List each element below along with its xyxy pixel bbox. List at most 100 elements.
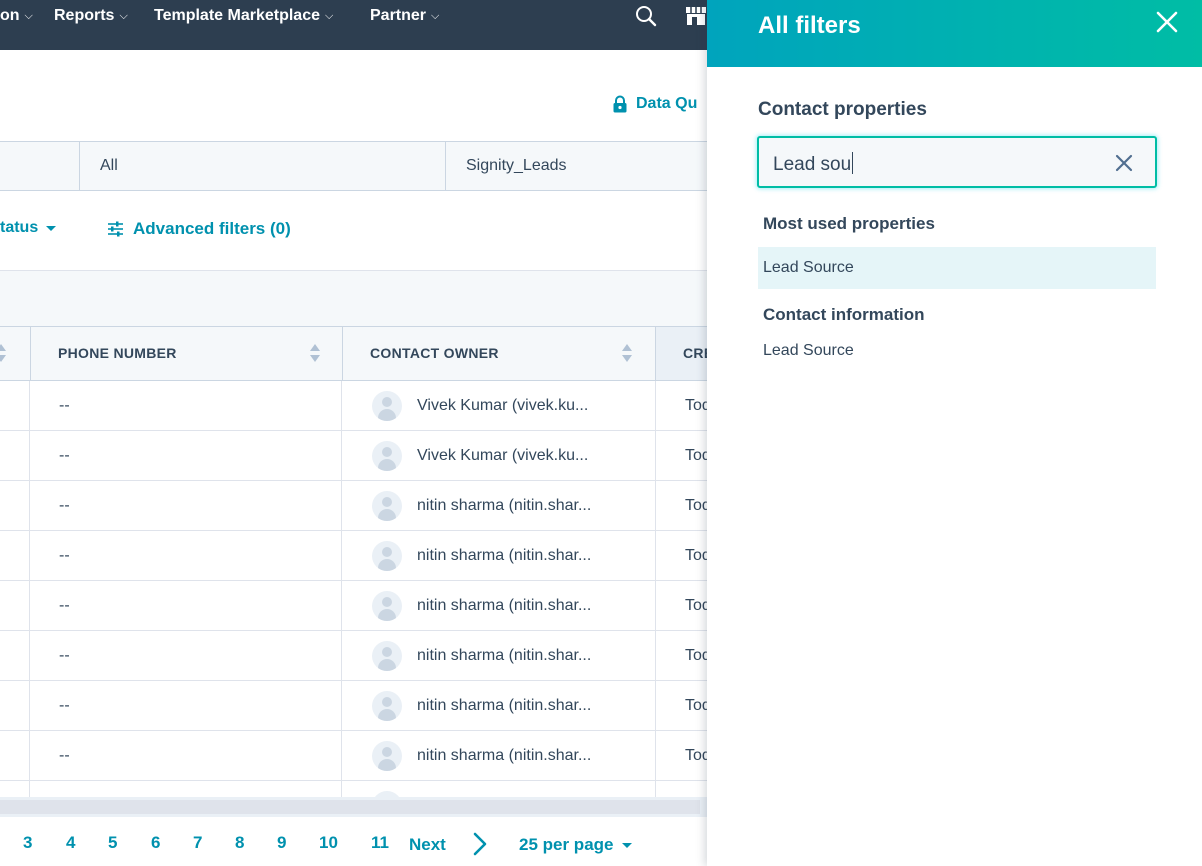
data-quality-label: Data Qu [636, 95, 698, 112]
contact-owner-cell: nitin sharma (nitin.shar... [417, 747, 592, 764]
table-row[interactable]: -- Vivek Kumar (vivek.ku... Tod [0, 381, 720, 431]
search-input-value: Lead sou [773, 152, 854, 176]
table-header: PHONE NUMBER CONTACT OWNER CRE [0, 326, 720, 381]
nav-item-label: Partner [370, 7, 427, 24]
scrollbar-thumb[interactable] [0, 800, 700, 814]
page-link[interactable]: 5 [108, 833, 117, 853]
page-link[interactable]: 3 [23, 833, 32, 853]
chevron-down-icon: ⌵ [24, 10, 33, 22]
column-header-label: CONTACT OWNER [370, 345, 499, 361]
phone-number-cell: -- [59, 697, 70, 714]
lead-status-filter[interactable]: tatus [0, 219, 57, 237]
nav-item-reports[interactable]: Reports ⌵ [54, 0, 128, 32]
page-link[interactable]: 11 [371, 833, 389, 853]
column-header-phone-number[interactable]: PHONE NUMBER [30, 327, 342, 380]
chevron-down-icon: ⌵ [119, 10, 128, 22]
page-link[interactable]: 9 [277, 833, 286, 853]
contact-owner-cell: nitin sharma (nitin.shar... [417, 547, 592, 564]
page-link[interactable]: 8 [235, 833, 244, 853]
property-search-input[interactable]: Lead sou [757, 136, 1157, 188]
column-header-label: PHONE NUMBER [58, 345, 177, 361]
table-row[interactable]: -- nitin sharma (nitin.shar... Tod [0, 631, 720, 681]
avatar [372, 641, 402, 671]
per-page-select[interactable]: 25 per page [519, 835, 632, 855]
property-option-lead-source[interactable]: Lead Source [758, 330, 1156, 372]
page-link[interactable]: 6 [151, 833, 160, 853]
search-text: Lead sou [773, 154, 852, 175]
page-link[interactable]: 7 [193, 833, 202, 853]
phone-number-cell: -- [59, 597, 70, 614]
property-option-lead-source[interactable]: Lead Source [758, 247, 1156, 289]
table-row[interactable]: -- nitin sharma (nitin.shar... Tod [0, 731, 720, 781]
table-row[interactable]: -- nitin sharma (nitin.shar... Tod [0, 581, 720, 631]
avatar [372, 541, 402, 571]
property-option-label: Lead Source [763, 342, 854, 359]
nav-item-automation[interactable]: on ⌵ [0, 0, 33, 32]
phone-number-cell: -- [59, 397, 70, 414]
nav-item-label: Template Marketplace [154, 7, 320, 24]
contact-properties-heading: Contact properties [758, 99, 927, 120]
horizontal-scrollbar[interactable] [0, 797, 720, 817]
table-row[interactable]: -- nitin sharma (nitin.shar... Tod [0, 531, 720, 581]
avatar [372, 691, 402, 721]
tab-label: All [100, 157, 118, 174]
avatar [372, 441, 402, 471]
contact-owner-cell: nitin sharma (nitin.shar... [417, 497, 592, 514]
page-link[interactable]: 10 [319, 833, 338, 853]
table-row[interactable]: -- nitin sharma (nitin.shar... Tod [0, 681, 720, 731]
avatar [372, 391, 402, 421]
caret-down-icon [46, 225, 57, 231]
tab-view-default[interactable] [0, 142, 80, 190]
chevron-down-icon: ⌵ [325, 10, 334, 22]
next-page-button[interactable]: Next [409, 835, 446, 855]
phone-number-cell: -- [59, 547, 70, 564]
property-option-label: Lead Source [763, 259, 854, 276]
sort-icon[interactable] [310, 344, 320, 364]
data-quality-link[interactable]: Data Qu [612, 92, 697, 116]
table-row[interactable] [0, 781, 720, 797]
sort-icon[interactable] [622, 344, 632, 364]
caret-down-icon [621, 842, 632, 848]
table-row[interactable]: -- Vivek Kumar (vivek.ku... Tod [0, 431, 720, 481]
search-icon[interactable] [634, 4, 658, 28]
nav-item-label: Reports [54, 7, 115, 24]
filter-bar: tatus Advanced filters (0) [0, 192, 720, 270]
sliders-icon [108, 221, 123, 237]
pagination: 3 4 5 6 7 8 9 10 11 Next 25 per page [0, 823, 720, 863]
nav-item-partner[interactable]: Partner ⌵ [370, 0, 439, 32]
nav-item-label: on [0, 7, 20, 24]
page-link[interactable]: 4 [66, 833, 75, 853]
clear-search-icon[interactable] [1115, 154, 1133, 172]
close-icon[interactable] [1156, 11, 1178, 33]
phone-number-cell: -- [59, 497, 70, 514]
phone-number-cell: -- [59, 447, 70, 464]
advanced-filters-button[interactable]: Advanced filters (0) [107, 219, 291, 239]
lock-icon [613, 95, 627, 113]
sort-icon[interactable] [0, 344, 6, 364]
avatar [372, 591, 402, 621]
contact-owner-cell: nitin sharma (nitin.shar... [417, 697, 592, 714]
most-used-properties-heading: Most used properties [763, 214, 935, 233]
tab-view-signity-leads[interactable]: Signity_Leads [445, 142, 720, 190]
advanced-filters-label: Advanced filters (0) [133, 219, 291, 238]
contact-owner-cell: Vivek Kumar (vivek.ku... [417, 447, 589, 464]
contact-owner-cell: Vivek Kumar (vivek.ku... [417, 397, 589, 414]
all-filters-panel: All filters Contact properties Lead sou … [707, 0, 1202, 866]
phone-number-cell: -- [59, 647, 70, 664]
avatar [372, 741, 402, 771]
text-cursor [852, 152, 854, 174]
contact-information-heading: Contact information [763, 305, 925, 324]
marketplace-icon[interactable] [684, 4, 708, 28]
column-header-contact-owner[interactable]: CONTACT OWNER [342, 327, 655, 380]
phone-number-cell: -- [59, 747, 70, 764]
tab-view-all[interactable]: All [79, 142, 446, 190]
chevron-right-icon[interactable] [470, 831, 490, 857]
chevron-down-icon: ⌵ [431, 10, 440, 22]
view-tabs: All Signity_Leads [0, 141, 720, 191]
avatar [372, 491, 402, 521]
filter-label: tatus [0, 219, 39, 236]
nav-item-template-marketplace[interactable]: Template Marketplace ⌵ [154, 0, 333, 32]
table-toolbar-band [0, 270, 720, 326]
table-row[interactable]: -- nitin sharma (nitin.shar... Tod [0, 481, 720, 531]
per-page-label: 25 per page [519, 835, 614, 854]
